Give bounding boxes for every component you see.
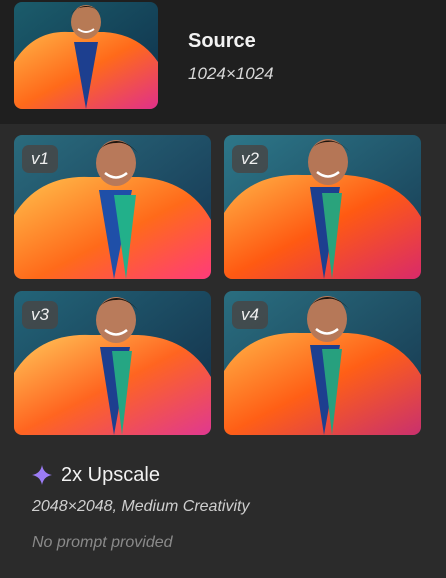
variation-label: v1 bbox=[22, 145, 58, 173]
source-title: Source bbox=[188, 30, 256, 52]
variation-card-v1[interactable]: v1 bbox=[14, 135, 211, 279]
upscale-row: 2x Upscale bbox=[32, 462, 160, 488]
source-image[interactable] bbox=[14, 2, 158, 109]
source-dimensions: 1024×1024 bbox=[188, 64, 274, 83]
sparkle-icon bbox=[32, 465, 52, 485]
variation-card-v3[interactable]: v3 bbox=[14, 291, 211, 435]
source-header: Source 1024×1024 bbox=[0, 0, 446, 124]
upscale-title: 2x Upscale bbox=[61, 463, 160, 486]
variation-label: v3 bbox=[22, 301, 58, 329]
variation-card-v2[interactable]: v2 bbox=[224, 135, 421, 279]
variation-label: v4 bbox=[232, 301, 268, 329]
upscale-details: 2048×2048, Medium Creativity bbox=[32, 498, 250, 515]
prompt-text: No prompt provided bbox=[32, 534, 173, 551]
variation-card-v4[interactable]: v4 bbox=[224, 291, 421, 435]
variation-label: v2 bbox=[232, 145, 268, 173]
